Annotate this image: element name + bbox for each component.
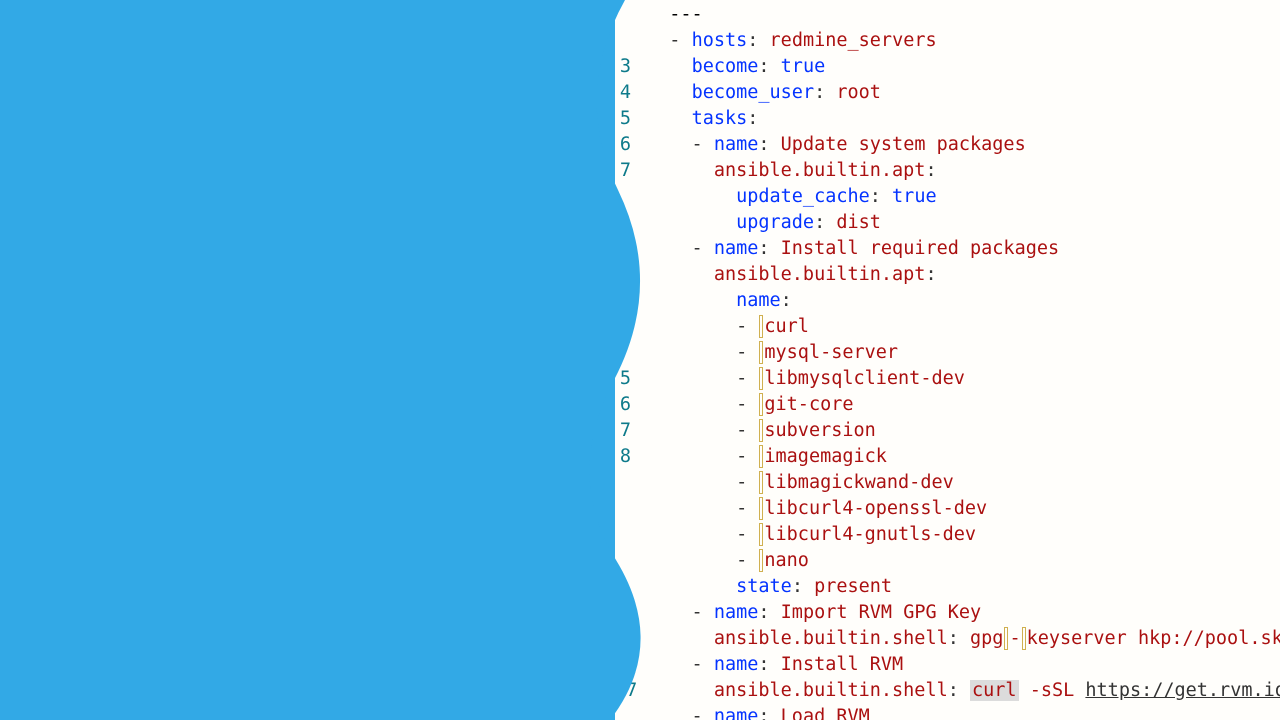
line-number: 8 [615,444,633,470]
line-number [615,210,633,236]
code-editor[interactable]: --- - hosts: redmine_servers 3 become: t… [615,0,1280,720]
code-line: - mysql-server [615,340,1280,366]
code-line: 6 - git-core [615,392,1280,418]
code-line: - libcurl4-gnutls-dev [615,522,1280,548]
line-number [615,470,633,496]
line-number: 6 [615,392,633,418]
code-line: 8 - imagemagick [615,444,1280,470]
code-line: update_cache: true [615,184,1280,210]
line-number [615,28,633,54]
subtitle: Playbook [75,120,640,162]
code-line: 5 tasks: [615,106,1280,132]
line-number: 4 [615,80,633,106]
code-line: - libcurl4-openssl-dev [615,496,1280,522]
code-line: 4 become_user: root [615,80,1280,106]
code-line: state: present [615,574,1280,600]
code-content: --- - hosts: redmine_servers 3 become: t… [615,0,1280,720]
code-line: 5 - libmysqlclient-dev [615,366,1280,392]
code-line: - curl [615,314,1280,340]
platform-label: Ubuntu LTS 22.04 [75,590,332,630]
code-line: name: [615,288,1280,314]
code-line: - nano [615,548,1280,574]
line-number: 5 [615,106,633,132]
line-number [615,522,633,548]
code-line: - name: Load RVM [615,704,1280,720]
line-number [615,704,633,720]
brushstroke-accent [68,500,470,547]
code-line: 3 become: true [615,54,1280,80]
line-number [615,496,633,522]
line-number: 26 [615,652,633,678]
code-line: 6 - name: Update system packages [615,132,1280,158]
line-number: 6 [615,132,633,158]
line-number [615,262,633,288]
line-number: 7 [615,418,633,444]
code-line: 27 ansible.builtin.shell: curl -sSL http… [615,678,1280,704]
line-number [615,314,633,340]
line-number [615,236,633,262]
code-line: - hosts: redmine_servers [615,28,1280,54]
code-line: 7 - subversion [615,418,1280,444]
line-number: 5 [615,366,633,392]
line-number: 27 [615,678,633,704]
line-number: 3 [615,54,633,80]
line-number [615,548,633,574]
line-number [615,574,633,600]
code-line: - name: Install required packages [615,236,1280,262]
title-panel: Playbook Redmine Ubuntu LTS 22.04 [0,0,640,720]
code-line: ansible.builtin.apt: [615,262,1280,288]
title: Redmine [75,222,640,306]
line-number [615,600,633,626]
line-number [615,340,633,366]
code-line: --- [615,2,1280,28]
code-line: - name: Import RVM GPG Key [615,600,1280,626]
code-line: upgrade: dist [615,210,1280,236]
line-number: 5 [615,626,633,652]
code-line: - libmagickwand-dev [615,470,1280,496]
code-line: 26 - name: Install RVM [615,652,1280,678]
line-number [615,2,633,28]
line-number: 7 [615,158,633,184]
code-line: 7 ansible.builtin.apt: [615,158,1280,184]
line-number [615,184,633,210]
line-number [615,288,633,314]
code-line: 5 ansible.builtin.shell: gpg-keyserver h… [615,626,1280,652]
